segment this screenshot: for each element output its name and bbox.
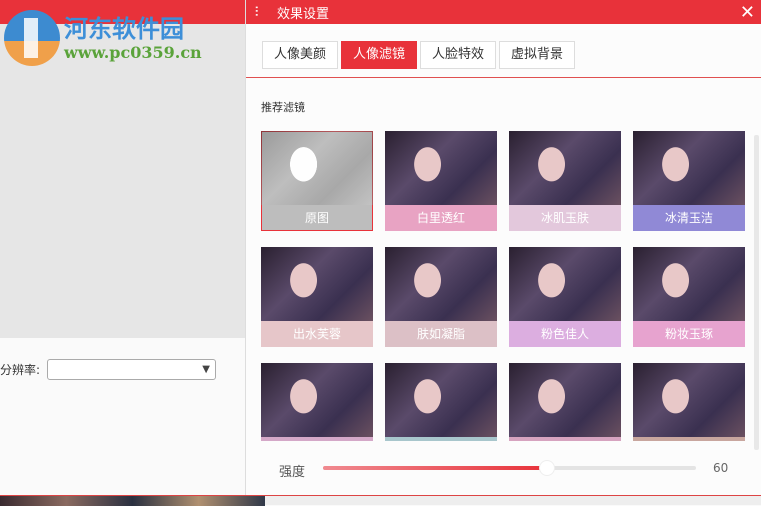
scrollbar[interactable] [754,135,759,450]
filter-thumbnail [261,363,373,437]
tab-3[interactable]: 虚拟背景 [499,41,576,69]
watermark-title: 河东软件园 [64,13,184,43]
filter-tile[interactable]: 原图 [261,131,373,231]
filter-label: 原图 [261,205,373,231]
filter-thumbnail [509,247,621,321]
strength-thumb[interactable] [538,460,555,476]
tab-2[interactable]: 人脸特效 [420,41,497,69]
filter-label: 暖阳秋色 [509,437,621,441]
strength-value: 60 [713,461,729,475]
filter-thumbnail [633,131,745,205]
filter-thumbnail [509,131,621,205]
filter-thumbnail [633,247,745,321]
filter-thumbnail [385,363,497,437]
strength-slider[interactable] [323,460,696,476]
filter-tile[interactable]: 冰肌玉肤 [509,131,621,231]
filter-tile[interactable]: 午后下雨 [633,363,745,441]
filter-tile[interactable]: 暖阳秋色 [509,363,621,441]
close-button[interactable]: ✕ [740,2,755,23]
logo-icon [4,10,60,66]
tab-1[interactable]: 人像滤镜 [341,41,418,69]
strength-fill [323,466,547,470]
chevron-down-icon: ▼ [202,364,210,375]
filter-thumbnail [633,363,745,437]
effects-panel: ⫶ 效果设置 ✕ 人像美颜 人像滤镜 人脸特效 虚拟背景 推荐滤镜 原图 白里透红 冰肌玉… [245,0,761,495]
filter-thumbnail [261,131,373,205]
resolution-select[interactable]: ▼ [47,359,216,380]
bottom-strip [0,495,761,506]
tab-divider [246,77,761,78]
filter-thumbnail [509,363,621,437]
left-pane: 河东软件园 www.pc0359.cn 分辨率: ▼ [0,0,245,495]
filter-label: 白里透红 [385,205,497,231]
filter-label: 粉妆玉琢 [633,321,745,347]
resolution-label: 分辨率: [0,363,41,377]
video-preview [0,24,245,338]
watermark-url: www.pc0359.cn [64,42,202,62]
filter-tile[interactable]: 肤如凝脂 [385,247,497,347]
filter-label: 午后下雨 [633,437,745,441]
filter-label: 梦中佳人 [385,437,497,441]
filter-tile[interactable]: 粉妆玉琢 [633,247,745,347]
filter-tile[interactable]: 粉色佳人 [509,247,621,347]
filter-tile[interactable]: 出水芙蓉 [261,247,373,347]
filter-label: 粉色佳人 [509,321,621,347]
panel-titlebar: ⫶ 效果设置 [246,0,761,24]
panel-title: 效果设置 [277,6,330,22]
tab-bar: 人像美颜 人像滤镜 人脸特效 虚拟背景 [262,41,576,69]
filter-thumbnail [385,131,497,205]
filter-tile[interactable]: 红润诱惑 [261,363,373,441]
filter-label: 冰清玉洁 [633,205,745,231]
sliders-icon: ⫶ [255,4,259,20]
filter-label: 出水芙蓉 [261,321,373,347]
filter-tile[interactable]: 梦中佳人 [385,363,497,441]
tab-0[interactable]: 人像美颜 [262,41,339,69]
filter-thumbnail [385,247,497,321]
filter-tile[interactable]: 冰清玉洁 [633,131,745,231]
filter-label: 冰肌玉肤 [509,205,621,231]
strength-label: 强度 [279,465,306,480]
filter-thumbnail [261,247,373,321]
filter-label: 肤如凝脂 [385,321,497,347]
watermark-logo: 河东软件园 www.pc0359.cn [4,10,202,66]
filter-tile[interactable]: 白里透红 [385,131,497,231]
filter-label: 红润诱惑 [261,437,373,441]
section-title: 推荐滤镜 [261,101,305,114]
